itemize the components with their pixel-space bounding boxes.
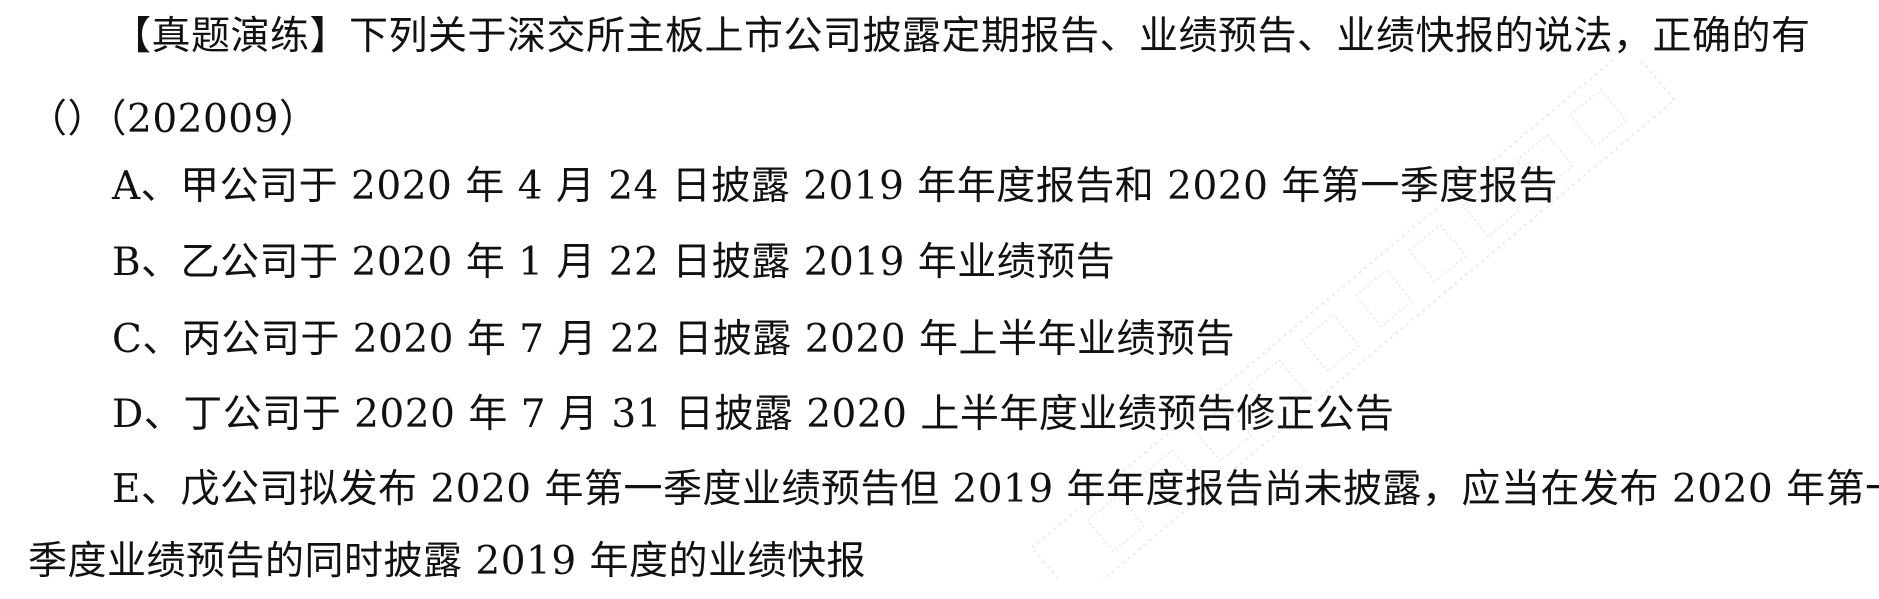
- option-e-line-2: 季度业绩预告的同时披露 2019 年度的业绩快报: [28, 539, 867, 584]
- option-a: A、甲公司于 2020 年 4 月 24 日披露 2019 年年度报告和 202…: [112, 164, 1558, 209]
- option-d: D、丁公司于 2020 年 7 月 31 日披露 2020 上半年度业绩预告修正…: [112, 392, 1395, 437]
- option-c: C、丙公司于 2020 年 7 月 22 日披露 2020 年上半年业绩预告: [112, 317, 1235, 362]
- document-page: 【真题演练】下列关于深交所主板上市公司披露定期报告、业绩预告、业绩快报的说法，正…: [0, 0, 1879, 599]
- question-stem-line-2: （）（202009）: [28, 97, 319, 142]
- option-e-line-1: E、戊公司拟发布 2020 年第一季度业绩预告但 2019 年年度报告尚未披露，…: [112, 467, 1879, 512]
- question-stem-line-1: 【真题演练】下列关于深交所主板上市公司披露定期报告、业绩预告、业绩快报的说法，正…: [112, 14, 1811, 59]
- option-b: B、乙公司于 2020 年 1 月 22 日披露 2019 年业绩预告: [112, 240, 1116, 285]
